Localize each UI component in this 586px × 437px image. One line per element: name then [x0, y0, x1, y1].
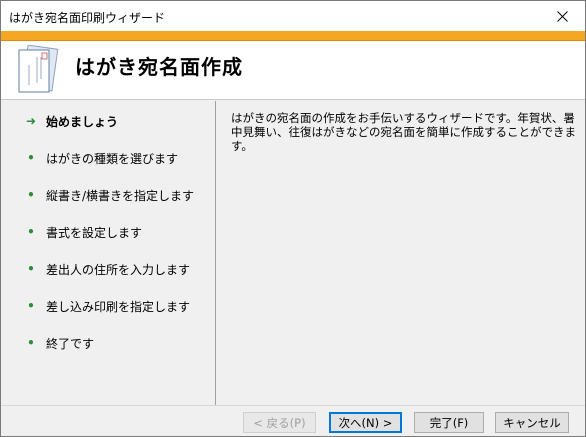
step-item-mail-merge: • 差し込み印刷を指定します	[3, 295, 216, 317]
step-label: 終了です	[46, 336, 95, 351]
step-label: 差し込み印刷を指定します	[46, 299, 191, 314]
step-item-sender-address: • 差出人の住所を入力します	[3, 258, 216, 280]
finish-button[interactable]: 完了(F)	[414, 412, 484, 433]
step-item-finish: • 終了です	[3, 332, 216, 354]
postcard-icon	[18, 45, 59, 93]
step-label: はがきの種類を選びます	[46, 151, 179, 166]
step-item-start: ➜ 始めましょう	[3, 110, 216, 132]
header-accent-bar	[1, 31, 585, 41]
back-button[interactable]: < 戻る(P)	[243, 412, 316, 433]
step-item-format: • 書式を設定します	[3, 221, 216, 243]
bullet-icon: •	[27, 262, 35, 276]
close-button[interactable]	[539, 1, 585, 31]
step-label: 縦書き/横書きを指定します	[46, 188, 195, 203]
title-bar: はがき宛名面印刷ウィザード	[1, 1, 585, 31]
bullet-icon: •	[27, 225, 35, 239]
bullet-icon: •	[27, 188, 35, 202]
bullet-icon: •	[27, 299, 35, 313]
wizard-description: はがきの宛名面の作成をお手伝いするウィザードです。年賀状、暑中見舞い、往復はがき…	[231, 111, 576, 153]
steps-sidebar: ➜ 始めましょう • はがきの種類を選びます • 縦書き/横書きを指定します •…	[3, 101, 216, 405]
step-label: 始めましょう	[46, 114, 119, 129]
step-item-card-type: • はがきの種類を選びます	[3, 147, 216, 169]
close-icon	[556, 10, 568, 22]
bullet-icon: •	[27, 151, 35, 165]
step-label: 書式を設定します	[46, 225, 143, 240]
bullet-icon: •	[27, 336, 35, 350]
step-item-orientation: • 縦書き/横書きを指定します	[3, 184, 216, 206]
next-button[interactable]: 次へ(N) >	[329, 412, 402, 433]
wizard-window: はがき宛名面印刷ウィザード はがき宛名面作成 ➜ 始めましょう • はがきの種類…	[0, 0, 586, 437]
cancel-button[interactable]: キャンセル	[495, 412, 569, 433]
wizard-header: はがき宛名面作成	[1, 41, 585, 100]
page-title: はがき宛名面作成	[75, 55, 243, 79]
button-bar: < 戻る(P) 次へ(N) > 完了(F) キャンセル	[1, 405, 585, 436]
step-label: 差出人の住所を入力します	[46, 262, 191, 277]
content-panel: はがきの宛名面の作成をお手伝いするウィザードです。年賀状、暑中見舞い、往復はがき…	[217, 101, 585, 405]
current-step-arrow-icon: ➜	[25, 114, 37, 128]
window-title: はがき宛名面印刷ウィザード	[9, 11, 166, 25]
